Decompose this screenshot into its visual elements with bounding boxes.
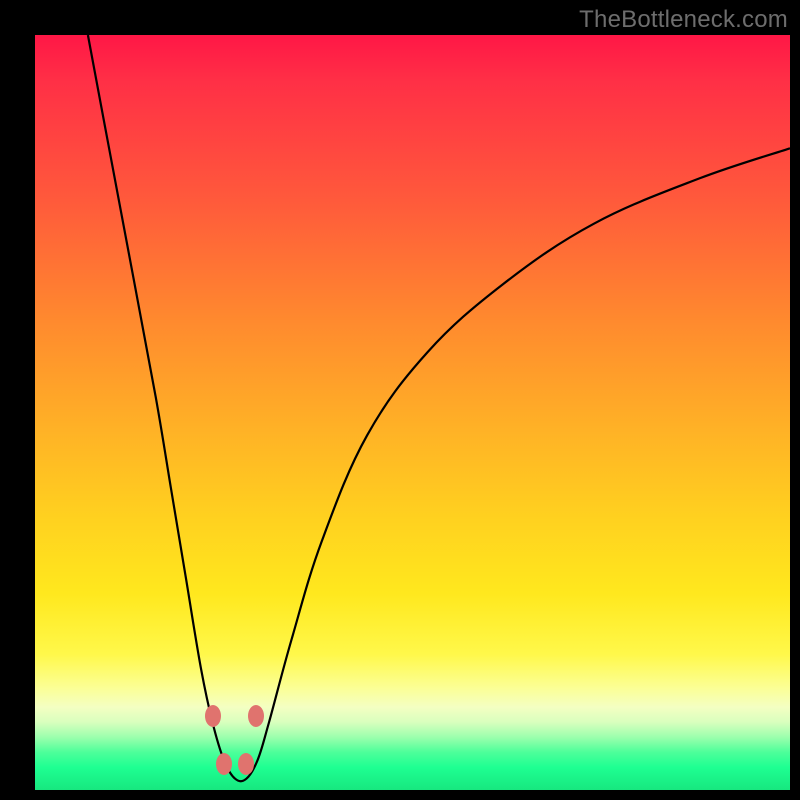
plot-area xyxy=(35,35,790,790)
chart-frame: TheBottleneck.com xyxy=(0,0,800,800)
curve-marker xyxy=(216,753,232,775)
curve-marker xyxy=(205,705,221,727)
bottleneck-curve xyxy=(88,35,790,781)
curve-marker xyxy=(248,705,264,727)
watermark-label: TheBottleneck.com xyxy=(579,6,788,34)
curve-marker xyxy=(238,753,254,775)
curve-layer xyxy=(35,35,790,790)
